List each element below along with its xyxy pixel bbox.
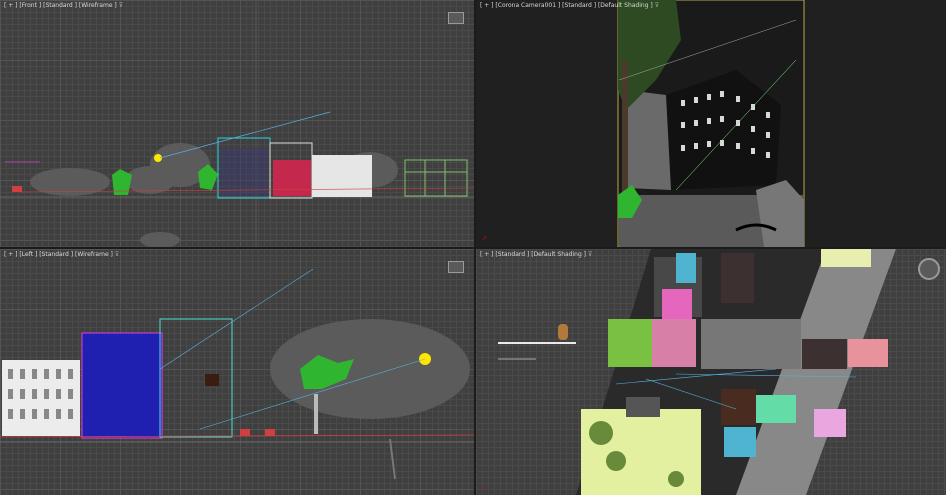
left-viewport[interactable]: [ + ] [Left ] [Standard ] [Wireframe ] ⊽ [0, 249, 474, 495]
filter-icon[interactable]: ⊽ [115, 251, 119, 258]
camera-viewport[interactable]: [ + ] [Corona Camera001 ] [Standard ] [D… [476, 0, 946, 247]
viewport-label-camera[interactable]: [ + ] [Corona Camera001 ] [Standard ] [D… [480, 2, 659, 9]
viewport-label-top[interactable]: [ + ] [Standard ] [Default Shading ] ⊽ [480, 251, 592, 258]
front-viewport[interactable]: [ + ] [Front ] [Standard ] [Wireframe ] ⊽ [0, 0, 474, 247]
top-scene: ↗ [481, 249, 896, 495]
viewport-label-left[interactable]: [ + ] [Left ] [Standard ] [Wireframe ] ⊽ [4, 251, 119, 258]
filter-icon[interactable]: ⊽ [588, 251, 592, 258]
svg-text:↗: ↗ [482, 235, 487, 242]
viewport-label-front[interactable]: [ + ] [Front ] [Standard ] [Wireframe ] ⊽ [4, 2, 123, 9]
filter-icon[interactable]: ⊽ [119, 2, 123, 9]
svg-text:↗: ↗ [481, 484, 486, 491]
camera-render: ↗ [482, 0, 805, 247]
left-scene [0, 268, 474, 480]
top-viewport[interactable]: [ + ] [Standard ] [Default Shading ] ⊽ ↗ [476, 249, 946, 495]
filter-icon[interactable]: ⊽ [655, 2, 659, 9]
front-scene [0, 0, 474, 247]
